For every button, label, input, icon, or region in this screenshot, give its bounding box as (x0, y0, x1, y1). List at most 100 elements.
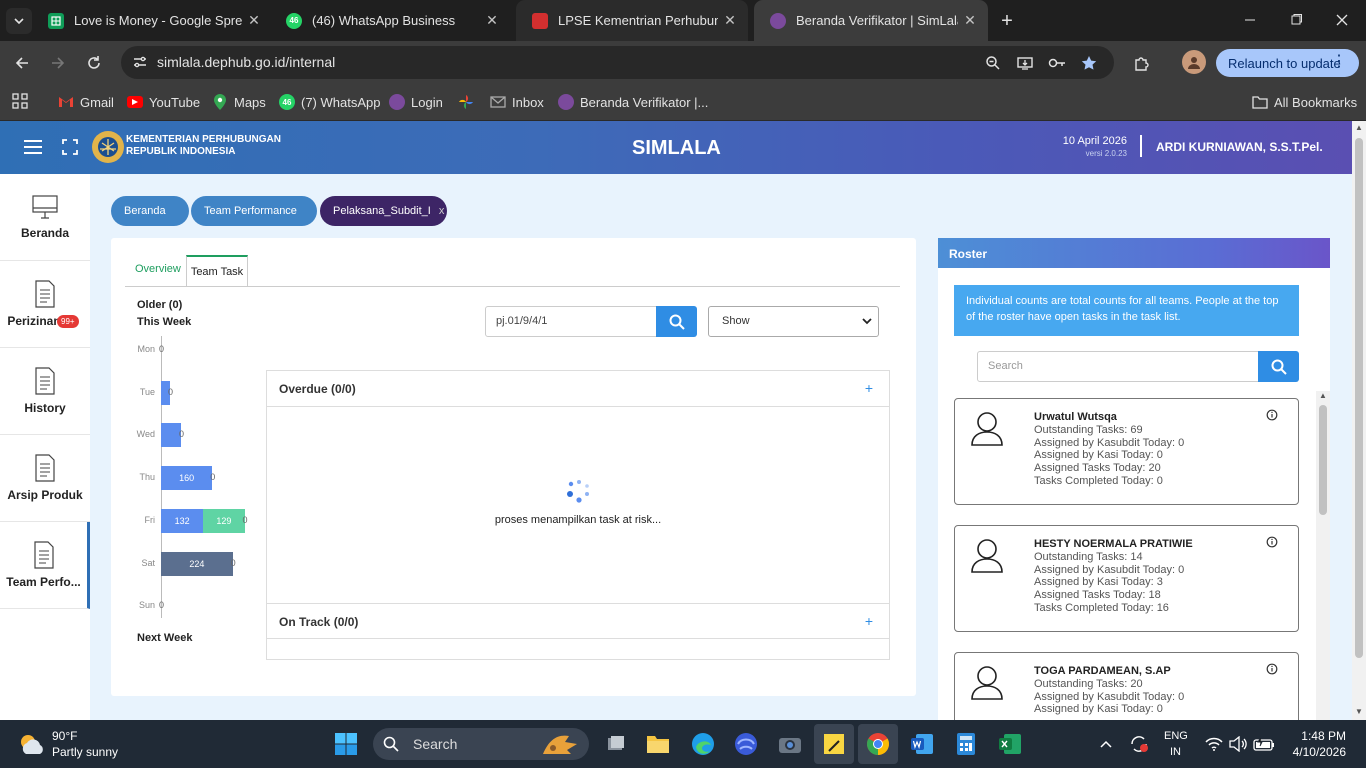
person-stat: Assigned by Kasubdit Today: 0 (1034, 690, 1185, 703)
install-app-icon[interactable] (1013, 51, 1037, 75)
word-icon[interactable] (902, 724, 942, 764)
close-tab-icon[interactable]: ✕ (480, 9, 504, 33)
info-icon[interactable] (1266, 536, 1278, 548)
minimize-icon[interactable] (1228, 8, 1272, 32)
chart-bar[interactable]: 129 (203, 508, 245, 533)
chart-bar[interactable]: 132 (161, 508, 204, 533)
excel-icon[interactable] (990, 724, 1030, 764)
forward-icon[interactable] (44, 49, 72, 77)
bookmark-whatsapp[interactable]: 46 (7) WhatsApp (279, 92, 380, 112)
close-tab-icon[interactable]: ✕ (242, 9, 266, 33)
info-icon[interactable] (1266, 663, 1278, 675)
breadcrumb-team-performance[interactable]: Team Performance (191, 196, 317, 226)
extensions-icon[interactable] (1128, 49, 1156, 77)
browser-tab-lpse[interactable]: LPSE Kementrian Perhubungan ✕ (516, 0, 748, 41)
all-bookmarks[interactable]: All Bookmarks (1252, 92, 1357, 112)
on-track-header[interactable]: On Track (0/0) + (267, 603, 889, 639)
fullscreen-icon[interactable] (60, 137, 80, 157)
tab-search-chevron-icon[interactable] (6, 8, 32, 34)
reload-icon[interactable] (80, 49, 108, 77)
chart-bar[interactable]: 224 (161, 551, 233, 576)
search-button[interactable] (656, 306, 697, 337)
user-name[interactable]: ARDI KURNIAWAN, S.S.T.Pel. (1156, 140, 1323, 154)
hamburger-menu-icon[interactable] (22, 137, 44, 157)
chrome-icon[interactable] (858, 724, 898, 764)
close-window-icon[interactable] (1320, 8, 1364, 32)
bookmark-label: Gmail (80, 94, 114, 110)
relaunch-to-update-button[interactable]: Relaunch to update ⋮ (1216, 49, 1359, 77)
apps-grid-icon[interactable] (10, 91, 30, 111)
bookmark-beranda[interactable]: Beranda Verifikator |... (558, 92, 708, 112)
breadcrumb-close-icon[interactable]: x (439, 205, 445, 217)
address-bar[interactable]: simlala.dephub.go.id/internal (121, 46, 1114, 79)
scroll-up-icon[interactable]: ▲ (1355, 123, 1363, 132)
scroll-up-icon[interactable]: ▲ (1319, 391, 1327, 400)
camera-app-icon[interactable] (770, 724, 810, 764)
nav-team-performance[interactable]: Team Perfo... (0, 522, 90, 609)
calculator-icon[interactable] (946, 724, 986, 764)
weather-sun-icon[interactable] (16, 730, 46, 758)
bookmark-pinwheel[interactable] (458, 92, 480, 112)
back-icon[interactable] (8, 49, 36, 77)
app-swirl-icon[interactable] (726, 724, 766, 764)
bookmark-gmail[interactable]: Gmail (58, 92, 114, 112)
task-search-input[interactable]: pj.01/9/4/1 (485, 306, 657, 337)
roster-scrollbar[interactable]: ▲ (1316, 391, 1330, 720)
edge-icon[interactable] (683, 724, 723, 764)
roster-header: Roster (938, 238, 1330, 268)
roster-person-card[interactable]: Urwatul Wutsqa Outstanding Tasks: 69 Ass… (954, 398, 1299, 505)
expand-icon[interactable]: + (865, 380, 873, 396)
chart-bar[interactable]: 160 (161, 466, 213, 491)
overdue-header[interactable]: Overdue (0/0) + (267, 371, 889, 407)
roster-search-button[interactable] (1258, 351, 1299, 382)
sync-icon[interactable] (1128, 734, 1150, 754)
taskbar-search[interactable]: Search (373, 728, 589, 760)
site-info-icon[interactable] (128, 50, 152, 74)
nav-beranda[interactable]: Beranda (0, 174, 90, 261)
new-tab-icon[interactable]: + (994, 8, 1020, 34)
nav-perizinan[interactable]: Perizinan 99+ (0, 261, 90, 348)
info-icon[interactable] (1266, 409, 1278, 421)
person-stat: Assigned by Kasi Today: 3 (1034, 576, 1163, 589)
bookmark-star-icon[interactable] (1077, 51, 1101, 75)
browser-tab-whatsapp[interactable]: 46 (46) WhatsApp Business ✕ (270, 0, 510, 41)
roster-person-card[interactable]: HESTY NOERMALA PRATIWIE Outstanding Task… (954, 525, 1299, 632)
zoom-icon[interactable] (981, 51, 1005, 75)
language-code[interactable]: ENG (1164, 730, 1188, 742)
chart-bar[interactable] (161, 423, 181, 448)
start-button[interactable] (326, 724, 366, 764)
bookmark-inbox[interactable]: Inbox (490, 92, 544, 112)
nav-arsip-produk[interactable]: Arsip Produk (0, 435, 90, 522)
scroll-thumb[interactable] (1355, 138, 1363, 658)
maximize-icon[interactable] (1274, 8, 1318, 32)
browser-tab-simlala[interactable]: Beranda Verifikator | SimLala ✕ (754, 0, 988, 41)
clock-time[interactable]: 1:48 PM (1290, 729, 1346, 743)
profile-avatar-icon[interactable] (1182, 50, 1206, 74)
volume-icon[interactable] (1228, 734, 1248, 754)
expand-icon[interactable]: + (865, 613, 873, 629)
scroll-down-icon[interactable]: ▼ (1355, 707, 1363, 716)
close-tab-icon[interactable]: ✕ (958, 9, 982, 33)
more-menu-icon: ⋮ (1331, 53, 1347, 70)
show-hidden-icons-chevron-icon[interactable] (1098, 736, 1114, 752)
bookmark-youtube[interactable]: YouTube (127, 92, 200, 112)
breadcrumb-pelaksana[interactable]: Pelaksana_Subdit_I x (320, 196, 447, 226)
show-select[interactable]: Show (708, 306, 879, 337)
scroll-thumb[interactable] (1319, 405, 1327, 515)
roster-person-card[interactable]: TOGA PARDAMEAN, S.AP Outstanding Tasks: … (954, 652, 1299, 720)
password-key-icon[interactable] (1045, 51, 1069, 75)
nav-history[interactable]: History (0, 348, 90, 435)
battery-icon[interactable] (1252, 734, 1276, 754)
search-highlight-icon (539, 730, 581, 758)
close-tab-icon[interactable]: ✕ (718, 9, 742, 33)
file-explorer-icon[interactable] (638, 724, 678, 764)
sticky-notes-icon[interactable] (814, 724, 854, 764)
browser-tab-spreadsheet[interactable]: Love is Money - Google Spread ✕ (32, 0, 272, 41)
page-scrollbar[interactable]: ▲ ▼ (1352, 121, 1366, 720)
roster-search-input[interactable]: Search (977, 351, 1259, 382)
wifi-icon[interactable] (1204, 734, 1224, 754)
task-view-icon[interactable] (596, 724, 636, 764)
bookmark-login[interactable]: Login (389, 92, 443, 112)
breadcrumb-beranda[interactable]: Beranda (111, 196, 189, 226)
bookmark-maps[interactable]: Maps (212, 92, 266, 112)
